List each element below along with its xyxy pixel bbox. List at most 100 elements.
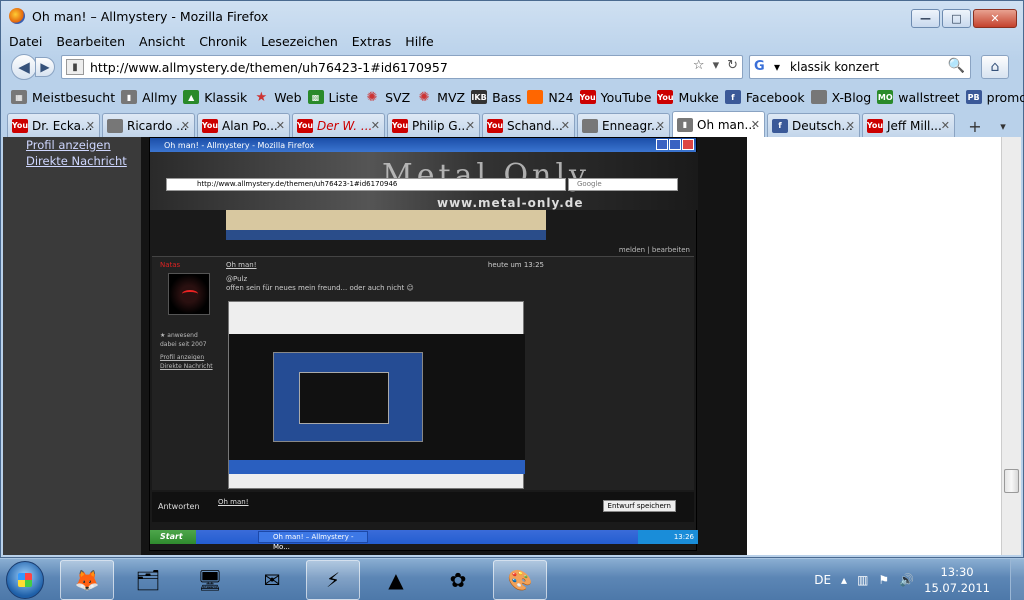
tab-close-icon[interactable]: ✕ — [751, 118, 760, 131]
embedded-screenshot[interactable]: Oh man! - Allmystery - Mozilla Firefox M… — [149, 137, 698, 551]
tab-label: Deutsch... — [792, 118, 853, 133]
nested-reply-area: Antworten Oh man! Entwurf speichern — [152, 492, 694, 522]
url-text[interactable]: http://www.allmystery.de/themen/uh76423-… — [90, 60, 448, 75]
forward-button[interactable]: ▶ — [35, 57, 55, 77]
bookmark-promo[interactable]: PB promo — [965, 90, 1024, 105]
bookmark-liste[interactable]: ▩ Liste — [307, 90, 358, 105]
tab[interactable]: f Deutsch... ✕ — [767, 113, 860, 137]
tab[interactable]: You Philip G... ✕ — [387, 113, 480, 137]
vertical-scrollbar[interactable] — [1001, 137, 1021, 555]
taskbar-explorer-button[interactable]: 🗂 — [121, 560, 175, 600]
menu-lesezeichen[interactable]: Lesezeichen — [261, 34, 338, 49]
tab-favicon-icon: ▮ — [677, 117, 693, 132]
taskbar-thunderbird-button[interactable]: ✉ — [245, 560, 299, 600]
bookmark-wallstreet[interactable]: MO wallstreet — [877, 90, 960, 105]
tab-close-icon[interactable]: ✕ — [941, 119, 950, 132]
tab[interactable]: You Dr. Ecka... ✕ — [7, 113, 100, 137]
bookmark-n24[interactable]: N24 — [527, 90, 574, 105]
tab[interactable]: You Jeff Mill... ✕ — [862, 113, 955, 137]
bookmark-mukke[interactable]: You Mukke — [657, 90, 719, 105]
taskbar-icq-button[interactable]: ✿ — [431, 560, 485, 600]
bookmark-web[interactable]: ★ Web — [253, 90, 301, 105]
tab-list-button[interactable]: ▾ — [991, 115, 1015, 137]
tab-label: Jeff Mill... — [887, 118, 942, 133]
network-icon[interactable]: ▥ — [857, 573, 868, 587]
url-bar[interactable]: ▮ http://www.allmystery.de/themen/uh7642… — [61, 55, 743, 79]
menu-bearbeiten[interactable]: Bearbeiten — [56, 34, 125, 49]
start-button[interactable] — [6, 561, 44, 599]
search-engine-dropdown-icon[interactable]: ▾ — [774, 60, 780, 74]
bookmark-klassik[interactable]: ▲ Klassik — [183, 90, 247, 105]
tab[interactable]: Ricardo ... ✕ — [102, 113, 195, 137]
scroll-thumb[interactable] — [1004, 469, 1019, 493]
maximize-button[interactable]: □ — [942, 9, 971, 28]
tab-close-icon[interactable]: ✕ — [466, 119, 475, 132]
minimize-button[interactable]: — — [911, 9, 940, 28]
volume-icon[interactable]: 🔊 — [899, 573, 914, 587]
bookmark-favicon-icon — [810, 90, 827, 104]
bookmark-mvz[interactable]: ✺ MVZ — [416, 90, 465, 105]
tab-label: Oh man... — [697, 117, 756, 132]
search-icon[interactable]: 🔍 — [948, 58, 965, 74]
language-indicator[interactable]: DE — [814, 573, 831, 587]
taskbar-paint-button[interactable]: 🎨 — [493, 560, 547, 600]
back-button[interactable]: ◀ — [11, 54, 37, 80]
bookmark-svz[interactable]: ✺ SVZ — [364, 90, 411, 105]
tab-close-icon[interactable]: ✕ — [276, 119, 285, 132]
tab-close-icon[interactable]: ✕ — [371, 119, 380, 132]
close-button[interactable]: ✕ — [973, 9, 1017, 28]
bookmark-youtube[interactable]: You YouTube — [579, 90, 651, 105]
home-button[interactable]: ⌂ — [981, 55, 1009, 79]
flag-icon[interactable]: ⚑ — [878, 573, 889, 587]
search-input[interactable]: klassik konzert — [790, 60, 879, 74]
new-tab-button[interactable]: + — [961, 115, 989, 137]
taskbar-remote-button[interactable]: 🖥 — [183, 560, 237, 600]
tab[interactable]: Enneagr... ✕ — [577, 113, 670, 137]
nested-min-icon — [656, 139, 668, 150]
tab-close-icon[interactable]: ✕ — [86, 119, 95, 132]
taskbar-firefox-button[interactable]: 🦊 — [60, 560, 114, 600]
bookmark-favicon-icon: ★ — [255, 89, 268, 105]
bookmark-facebook[interactable]: f Facebook — [724, 90, 805, 105]
nested-post-text: @Pulz offen sein für neues mein freund..… — [226, 275, 414, 292]
tab-favicon-icon: You — [867, 118, 883, 133]
tray-expand-icon[interactable]: ▴ — [841, 573, 847, 587]
bookmark-star-icon[interactable]: ☆ — [693, 58, 705, 73]
bookmark-bass[interactable]: IKB Bass — [471, 90, 521, 105]
tab-strip: You Dr. Ecka... ✕ Ricardo ... ✕ You Alan Po...… — [1, 111, 1023, 137]
tab-close-icon[interactable]: ✕ — [561, 119, 570, 132]
tab[interactable]: You Alan Po... ✕ — [197, 113, 290, 137]
bookmark-label: Allmy — [142, 89, 178, 105]
taskbar-winamp-button[interactable]: ⚡ — [306, 560, 360, 600]
show-desktop-button[interactable] — [1010, 559, 1024, 600]
url-dropdown-icon[interactable]: ▾ — [713, 58, 720, 73]
menu-chronik[interactable]: Chronik — [199, 34, 247, 49]
reload-icon[interactable]: ↻ — [727, 58, 738, 73]
tab[interactable]: You Schand... ✕ — [482, 113, 575, 137]
clock[interactable]: 13:30 15.07.2011 — [924, 564, 990, 596]
menu-hilfe[interactable]: Hilfe — [405, 34, 433, 49]
menu-datei[interactable]: Datei — [9, 34, 42, 49]
profile-link[interactable]: Profil anzeigen — [26, 137, 141, 153]
menu-ansicht[interactable]: Ansicht — [139, 34, 185, 49]
menu-extras[interactable]: Extras — [352, 34, 392, 49]
tab-close-icon[interactable]: ✕ — [181, 119, 190, 132]
tab-close-icon[interactable]: ✕ — [846, 119, 855, 132]
direct-message-link[interactable]: Direkte Nachricht — [26, 153, 141, 169]
tab[interactable]: ▮ Oh man... ✕ — [672, 111, 765, 137]
search-bar[interactable]: G ▾ klassik konzert 🔍 — [749, 55, 971, 79]
nested-previous-post-image — [226, 210, 546, 240]
tab-favicon-icon: You — [202, 118, 218, 133]
bookmark-meistbesucht[interactable]: ▦ Meistbesucht — [11, 90, 115, 105]
tab-close-icon[interactable]: ✕ — [656, 119, 665, 132]
nested-reply-label: Antworten — [158, 502, 200, 511]
site-identity-icon[interactable]: ▮ — [66, 59, 84, 75]
nested-close-icon — [682, 139, 694, 150]
tab[interactable]: You Der W. ... ✕ — [292, 113, 385, 137]
nested-banner-sub: www.metal-only.de — [437, 196, 584, 210]
title-bar[interactable]: Oh man! – Allmystery - Mozilla Firefox —… — [1, 1, 1023, 31]
bookmark-allmy[interactable]: ▮ Allmy — [121, 90, 177, 105]
bookmark-x-blog[interactable]: X-Blog — [810, 90, 871, 105]
taskbar-vlc-button[interactable]: ▲ — [369, 560, 423, 600]
google-icon[interactable]: G — [754, 59, 770, 75]
